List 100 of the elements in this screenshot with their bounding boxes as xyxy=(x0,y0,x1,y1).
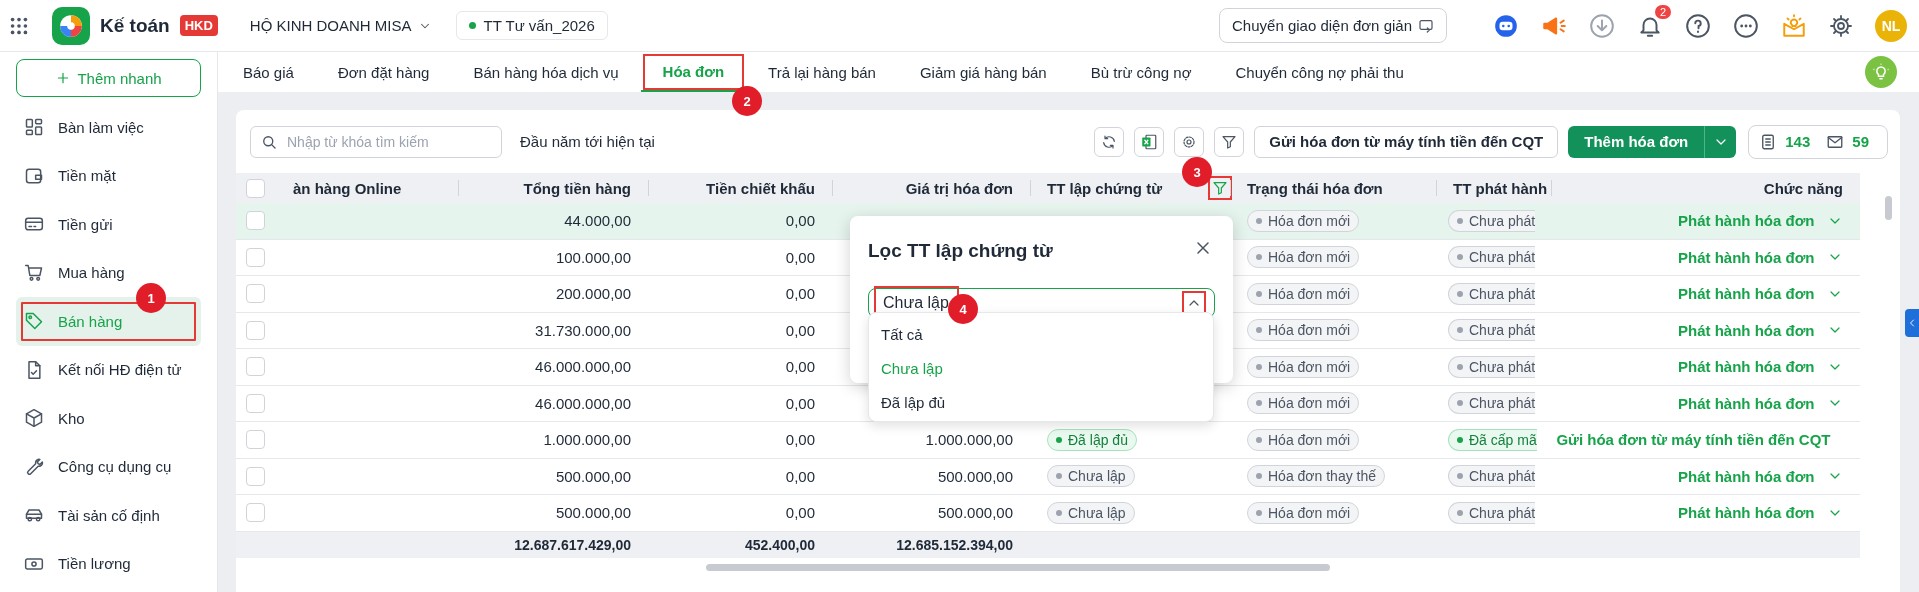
status-chip: Hóa đơn mới xyxy=(1247,246,1360,269)
tab[interactable]: Giảm giá hàng bán xyxy=(897,52,1069,92)
callout-badge: 4 xyxy=(948,294,978,324)
send-invoice-button[interactable]: Gửi hóa đơn từ máy tính tiền đến CQT xyxy=(1254,125,1559,158)
tag-icon xyxy=(24,311,44,332)
status-chip: Đã lập đủ xyxy=(1047,428,1137,451)
popup-title: Lọc TT lập chứng từ xyxy=(868,239,1053,263)
filter-button[interactable] xyxy=(1214,126,1245,157)
sidebar-item[interactable]: Tiền mặt xyxy=(16,151,201,200)
status-chip: Chưa phát xyxy=(1448,282,1536,305)
table-cell: 500.000,00 xyxy=(555,467,631,485)
column-header: Chức năng xyxy=(1763,179,1843,197)
column-header: Trạng thái hóa đơn xyxy=(1247,179,1383,197)
total-value: 452.400,00 xyxy=(744,536,815,553)
tab[interactable]: Bán hàng hóa dịch vụ xyxy=(451,52,641,92)
table-cell: 0,00 xyxy=(785,212,815,230)
sidebar-item[interactable]: Kết nối HĐ điện tử xyxy=(16,345,201,394)
table-cell: 1.000.000,00 xyxy=(925,431,1013,449)
status-chip: Chưa lập xyxy=(1047,501,1135,524)
table-cell: 200.000,00 xyxy=(555,285,631,303)
tab[interactable]: Chuyển công nợ phải thu xyxy=(1213,52,1426,92)
table-cell: 1.000.000,00 xyxy=(543,431,631,449)
wrench-icon xyxy=(24,456,44,477)
tab[interactable]: Đơn đặt hàng xyxy=(315,52,452,92)
invoice-count: 143 xyxy=(1785,133,1811,150)
excel-button[interactable] xyxy=(1134,126,1165,157)
row-checkbox[interactable] xyxy=(246,247,265,267)
status-chip: Hóa đơn mới xyxy=(1247,501,1360,524)
sidebar-item[interactable]: Bàn làm việc xyxy=(16,103,201,152)
refresh-button[interactable] xyxy=(1094,126,1125,157)
tab[interactable]: Báo giá xyxy=(221,52,316,92)
row-checkbox[interactable] xyxy=(246,211,265,231)
idea-button[interactable] xyxy=(1865,56,1897,88)
switch-layout-button[interactable]: Chuyển giao diện đơn giản xyxy=(1219,8,1447,43)
search-field[interactable]: Nhập từ khóa tìm kiếm xyxy=(250,125,502,158)
row-checkbox[interactable] xyxy=(246,284,265,304)
screen-icon xyxy=(1418,17,1434,34)
tab[interactable]: Bù trừ công nợ xyxy=(1068,52,1214,92)
table-cell: 46.000.000,00 xyxy=(535,394,631,412)
status-chip: Chưa phát xyxy=(1448,501,1536,524)
table-cell: 0,00 xyxy=(785,248,815,266)
download-icon xyxy=(1589,12,1615,39)
settings-button[interactable] xyxy=(1174,126,1205,157)
status-chip: Chưa phát xyxy=(1448,209,1536,232)
row-checkbox[interactable] xyxy=(246,466,265,486)
app-logo[interactable] xyxy=(52,6,90,45)
email-count: 59 xyxy=(1852,133,1869,150)
filter-icon xyxy=(1212,180,1228,196)
table-cell: 500.000,00 xyxy=(937,504,1013,522)
status-chip: Hóa đơn mới xyxy=(1247,355,1360,378)
table-cell: 0,00 xyxy=(785,431,815,449)
table-cell: 100.000,00 xyxy=(555,248,631,266)
sidebar-item[interactable]: Công cụ dụng cụ xyxy=(16,442,201,491)
status-chip: Hóa đơn mới xyxy=(1247,428,1360,451)
table-cell: 0,00 xyxy=(785,467,815,485)
callout-badge: 1 xyxy=(136,283,166,313)
table-cell: 31.730.000,00 xyxy=(535,321,631,339)
settings-icon xyxy=(1829,13,1853,38)
table-cell: 44.000,00 xyxy=(564,212,631,230)
refresh-icon xyxy=(1101,133,1118,150)
branch-selector[interactable]: TT Tư vấn_2026 xyxy=(455,11,608,40)
status-chip: Chưa phát xyxy=(1448,319,1536,342)
add-invoice-button[interactable]: Thêm hóa đơn xyxy=(1568,125,1705,158)
row-checkbox[interactable] xyxy=(246,357,265,377)
status-chip: Chưa lập xyxy=(1047,465,1135,488)
company-selector[interactable]: HỘ KINH DOANH MISA xyxy=(243,16,438,35)
column-header: TT phát hành xyxy=(1453,179,1548,197)
app-name: Kế toán xyxy=(100,14,170,37)
total-value: 12.685.152.394,00 xyxy=(896,536,1013,553)
sidebar-item[interactable]: Tiền lương xyxy=(16,539,201,588)
dropdown-option[interactable]: Đã lập đủ xyxy=(869,385,1213,419)
status-chip: Chưa phát xyxy=(1448,246,1536,269)
sidebar-item[interactable]: Tiền gửi xyxy=(16,200,201,249)
column-header: Giá trị hóa đơn xyxy=(905,179,1013,197)
sidebar-item[interactable]: Tài sản cố định xyxy=(16,491,201,540)
status-chip: Hóa đơn mới xyxy=(1247,319,1360,342)
table-cell: 0,00 xyxy=(785,321,815,339)
status-chip: Hóa đơn mới xyxy=(1247,209,1360,232)
table-cell: 0,00 xyxy=(785,358,815,376)
row-checkbox[interactable] xyxy=(246,393,265,413)
select-all-checkbox[interactable] xyxy=(246,178,265,198)
callout-badge: 2 xyxy=(732,86,763,116)
status-chip: Hóa đơn mới xyxy=(1247,282,1360,305)
help-icon xyxy=(1685,12,1711,39)
period-label[interactable]: Đầu năm tới hiện tại xyxy=(520,133,655,150)
status-chip: Chưa phát xyxy=(1448,355,1536,378)
table-cell: 500.000,00 xyxy=(555,504,631,522)
column-header: TT lập chứng từ xyxy=(1047,179,1163,197)
add-options-button[interactable] xyxy=(1704,125,1737,158)
vertical-scrollbar[interactable] xyxy=(1885,196,1892,220)
status-chip: Chưa phát xyxy=(1448,392,1536,415)
column-header: Tiền chiết khấu xyxy=(706,179,815,197)
sidebar-item[interactable]: Kho xyxy=(16,394,201,443)
row-checkbox[interactable] xyxy=(246,430,265,450)
row-checkbox[interactable] xyxy=(246,503,265,523)
table-cell: 0,00 xyxy=(785,504,815,522)
callout-badge: 3 xyxy=(1182,157,1212,187)
row-checkbox[interactable] xyxy=(246,320,265,340)
side-panel-tab[interactable] xyxy=(1905,309,1919,337)
horizontal-scrollbar[interactable] xyxy=(706,564,1330,571)
